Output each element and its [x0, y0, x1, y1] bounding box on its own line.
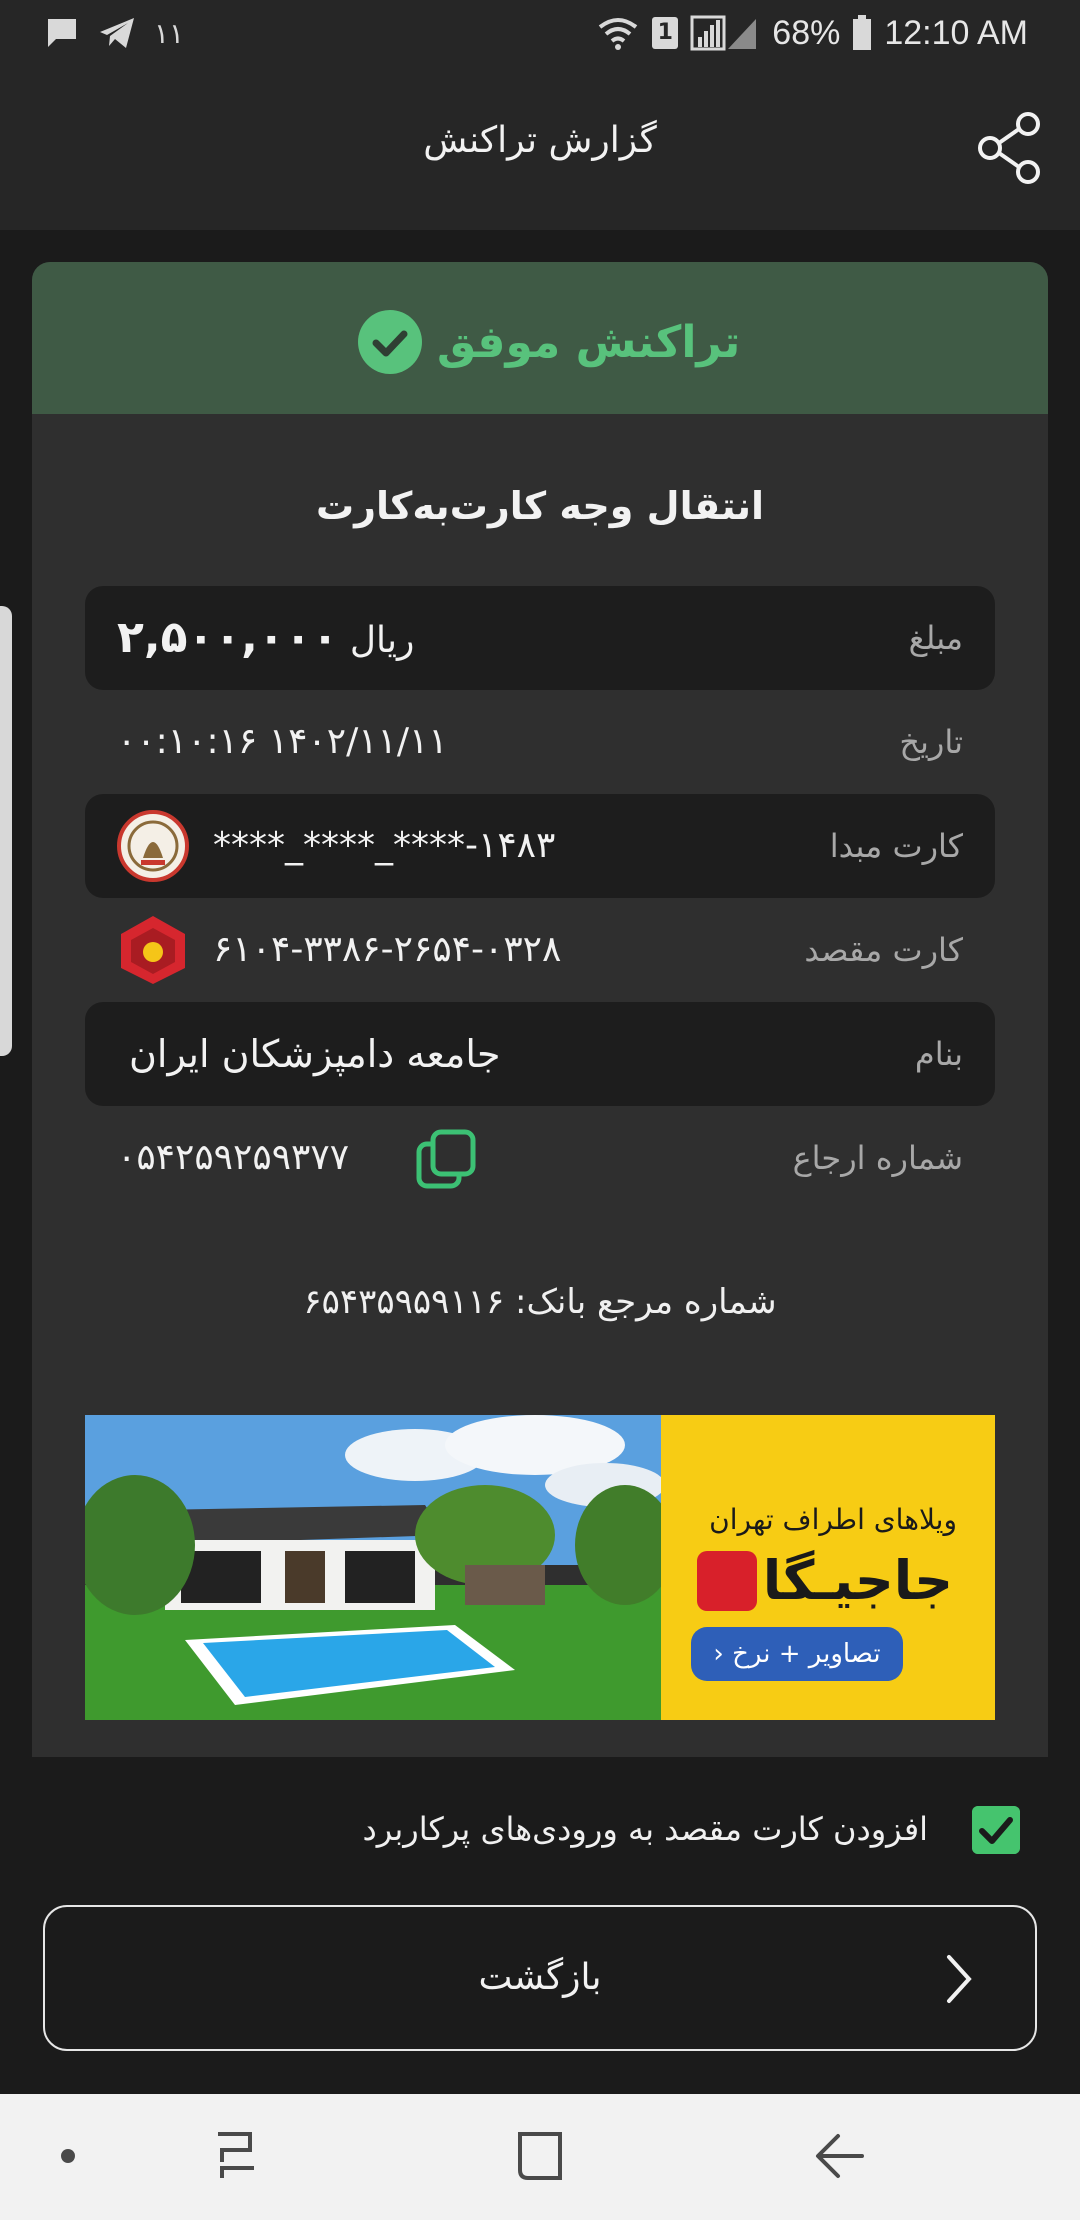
back-arrow-icon[interactable]: [808, 2124, 872, 2188]
bank-mellat-logo-icon: [121, 916, 185, 984]
back-button-label: بازگشت: [478, 1957, 602, 1998]
ad-banner[interactable]: ویلاهای اطراف تهران جاجیـگا تصاویر + نرخ…: [85, 1415, 995, 1720]
signal-icon: [690, 15, 757, 51]
ad-brand: جاجیـگا: [696, 1549, 953, 1612]
add-favorite-card-option: افزودن کارت مقصد به ورودی‌های پرکاربرد: [0, 1792, 1080, 1872]
status-bar: ۱۱ 1 68% 12:10 AM: [0, 0, 1080, 66]
recipient-name-value: جامعه دامپزشکان ایران: [129, 1032, 501, 1076]
share-icon[interactable]: [976, 110, 1046, 186]
detail-row-amount: مبلغ ریال ۲,۵۰۰,۰۰۰: [85, 586, 995, 690]
date-value: ۱۴۰۲/۱۱/۱۱ ۰۰:۱۰:۱۶: [117, 721, 448, 762]
detail-row-reference: شماره ارجاع ۰۵۴۲۵۹۲۵۹۳۷۷: [85, 1106, 995, 1210]
ad-text-panel: ویلاهای اطراف تهران جاجیـگا تصاویر + نرخ…: [661, 1415, 995, 1720]
amount-value: ریال ۲,۵۰۰,۰۰۰: [117, 586, 414, 690]
status-message: تراکنش موفق: [32, 310, 1048, 374]
amount-number: ۲,۵۰۰,۰۰۰: [117, 612, 339, 663]
chevron-right-icon: [947, 1955, 972, 2003]
ad-brand-name: جاجیـگا: [762, 1549, 953, 1612]
receipt-card: تراکنش موفق انتقال وجه کارت‌به‌کارت مبلغ…: [32, 262, 1048, 1757]
amount-label: مبلغ: [908, 619, 963, 657]
back-button[interactable]: بازگشت: [43, 1905, 1037, 2051]
check-circle-icon: [357, 310, 422, 374]
battery-percent: 68%: [772, 13, 841, 52]
recipient-name-label: بنام: [914, 1035, 963, 1073]
reference-number: ۰۵۴۲۵۹۲۵۹۳۷۷: [117, 1137, 350, 1178]
ad-title: ویلاهای اطراف تهران: [709, 1503, 957, 1536]
bank-reference-number: شماره مرجع بانک: ۶۵۴۳۵۹۵۹۱۱۶: [303, 1282, 777, 1322]
status-label: تراکنش موفق: [436, 316, 741, 368]
home-icon[interactable]: [508, 2124, 572, 2188]
detail-row-source-card: کارت مبدا ****_****_****-۱۴۸۳: [85, 794, 995, 898]
app-bar: گزارش تراکنش: [0, 66, 1080, 230]
reference-label: شماره ارجاع: [792, 1139, 963, 1177]
bank-saderat-logo-icon: [117, 810, 189, 882]
recents-icon[interactable]: [204, 2124, 268, 2188]
chevron-left-icon: ‹: [713, 1639, 724, 1669]
screen: ۱۱ 1 68% 12:10 AM گزارش تراکنش تراکنش مو…: [0, 0, 1080, 2220]
source-card-number: ****_****_****-۱۴۸۳: [213, 825, 556, 866]
notification-count: ۱۱: [154, 16, 185, 50]
battery-icon: [853, 15, 872, 50]
wifi-icon: [599, 18, 638, 50]
source-card-label: کارت مبدا: [829, 827, 963, 865]
ad-cta-label: تصاویر + نرخ: [732, 1639, 881, 1669]
detail-row-date: تاریخ ۱۴۰۲/۱۱/۱۱ ۰۰:۱۰:۱۶: [85, 690, 995, 794]
message-icon: [48, 19, 76, 47]
detail-row-recipient-name: بنام جامعه دامپزشکان ایران: [85, 1002, 995, 1106]
copy-icon[interactable]: [415, 1128, 477, 1190]
status-banner: تراکنش موفق: [32, 262, 1048, 414]
destination-card-number: ۶۱۰۴-۳۳۸۶-۲۶۵۴-۰۳۲۸: [213, 929, 562, 970]
system-nav-bar: [0, 2094, 1080, 2220]
dot-icon[interactable]: [36, 2124, 100, 2188]
wifi-badge: 1: [652, 17, 679, 49]
status-bar-right: 1 68% 12:10 AM: [596, 8, 1028, 58]
telegram-icon: [100, 18, 134, 48]
jajiga-logo-icon: [696, 1550, 757, 1611]
date-label: تاریخ: [899, 723, 963, 761]
villa-photo: [85, 1415, 661, 1720]
edge-panel-handle[interactable]: [0, 606, 12, 1056]
page-title: گزارش تراکنش: [423, 120, 657, 161]
clock: 12:10 AM: [884, 13, 1028, 52]
detail-row-destination-card: کارت مقصد ۶۱۰۴-۳۳۸۶-۲۶۵۴-۰۳۲۸: [85, 898, 995, 1002]
transaction-type-title: انتقال وجه کارت‌به‌کارت: [315, 484, 765, 528]
destination-card-label: کارت مقصد: [804, 931, 963, 969]
amount-unit: ریال: [349, 620, 415, 661]
favorite-checkbox-label: افزودن کارت مقصد به ورودی‌های پرکاربرد: [362, 1810, 928, 1848]
status-bar-left: ۱۱: [44, 12, 184, 54]
ad-cta-button[interactable]: تصاویر + نرخ ‹: [691, 1627, 903, 1681]
favorite-checkbox[interactable]: [972, 1806, 1020, 1854]
